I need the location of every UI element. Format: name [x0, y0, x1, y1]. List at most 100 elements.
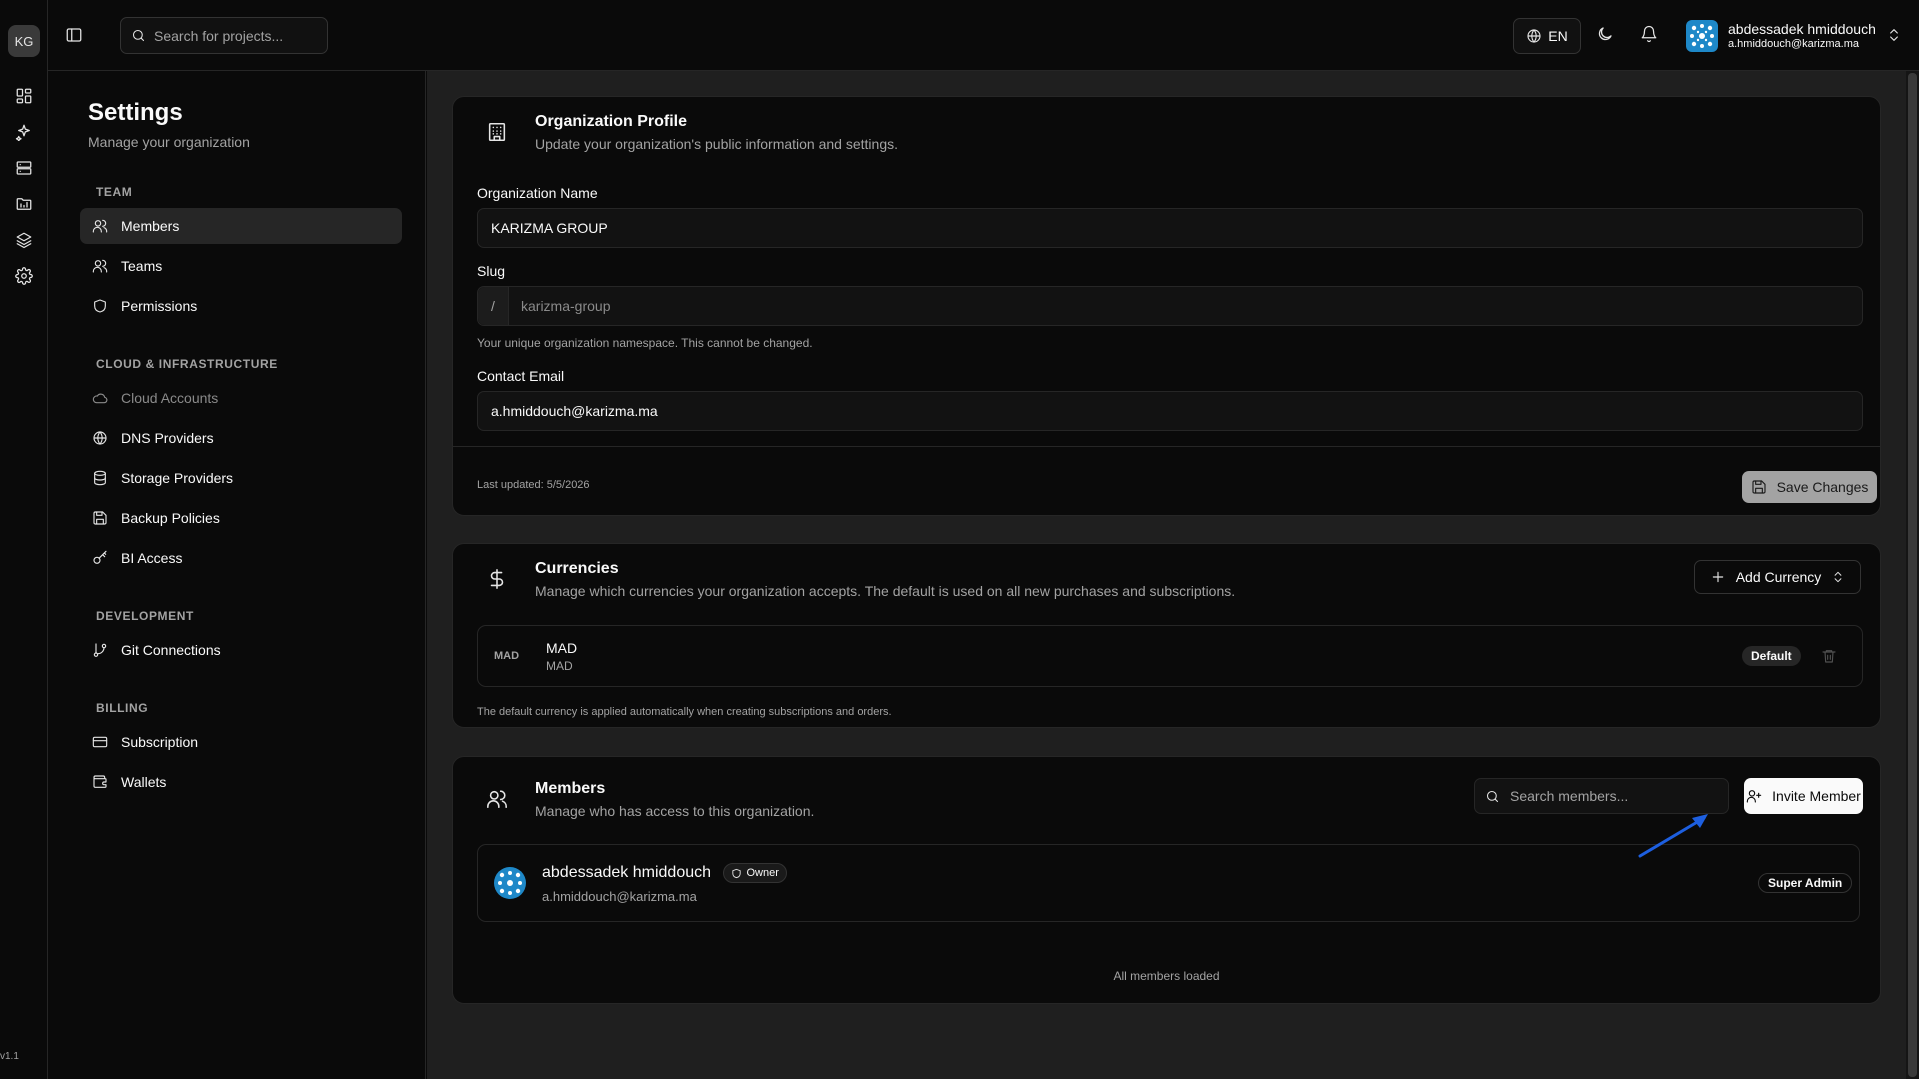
credit-card-icon — [92, 734, 108, 750]
contact-email-value: a.hmiddouch@karizma.ma — [491, 403, 658, 419]
sidebar-toggle-icon[interactable] — [63, 24, 85, 46]
scrollbar-thumb[interactable] — [1908, 73, 1917, 1077]
sidebar-item-members[interactable]: Members — [80, 208, 402, 244]
moon-icon[interactable] — [1596, 25, 1614, 43]
slug-hint: Your unique organization namespace. This… — [477, 336, 813, 350]
member-search-input[interactable]: Search members... — [1474, 778, 1729, 814]
member-email: a.hmiddouch@karizma.ma — [542, 889, 697, 904]
cloud-icon — [92, 390, 108, 406]
sidebar-item-label: Backup Policies — [121, 510, 220, 526]
members-description: Manage who has access to this organizati… — [535, 803, 815, 819]
sidebar-item-label: Wallets — [121, 774, 167, 790]
members-footer: All members loaded — [1113, 969, 1220, 983]
member-name-line: abdessadek hmiddouch Owner — [542, 863, 787, 883]
sidebar-item-label: BI Access — [121, 550, 183, 566]
sidebar-item-label: Subscription — [121, 734, 199, 750]
chevrons-up-down-icon — [1831, 570, 1845, 584]
users-icon — [92, 218, 108, 234]
members-card: Members Manage who has access to this or… — [452, 756, 1881, 1004]
sidebar-item-label: Members — [121, 218, 180, 234]
users-icon — [477, 779, 517, 819]
shield-icon — [92, 298, 108, 314]
sidebar-item-storage-providers[interactable]: Storage Providers — [80, 460, 402, 496]
org-profile-description: Update your organization's public inform… — [535, 136, 898, 152]
project-search-placeholder: Search for projects... — [154, 27, 284, 44]
layers-icon[interactable] — [12, 228, 36, 252]
sidebar-item-teams[interactable]: Teams — [80, 248, 402, 284]
org-name-field[interactable]: KARIZMA GROUP — [477, 208, 1863, 248]
sidebar-item-cloud-accounts[interactable]: Cloud Accounts — [80, 380, 402, 416]
main-scrollbar[interactable] — [1906, 71, 1919, 1079]
plus-icon — [1710, 569, 1726, 585]
trash-icon[interactable] — [1821, 648, 1837, 664]
contact-email-field[interactable]: a.hmiddouch@karizma.ma — [477, 391, 1863, 431]
globe-icon — [92, 430, 108, 446]
invite-member-button[interactable]: Invite Member — [1744, 778, 1863, 814]
add-currency-button[interactable]: Add Currency — [1694, 560, 1861, 594]
org-profile-title: Organization Profile — [535, 113, 688, 130]
settings-title: Settings — [88, 99, 183, 126]
member-role-badge: Super Admin — [1758, 873, 1853, 893]
member-name: abdessadek hmiddouch — [542, 864, 712, 882]
bell-icon[interactable] — [1640, 25, 1658, 43]
org-profile-card: Organization Profile Update your organiz… — [452, 96, 1881, 516]
org-name-value: KARIZMA GROUP — [491, 220, 608, 236]
slug-prefix: / — [478, 287, 509, 325]
org-profile-header: Organization Profile Update your organiz… — [477, 112, 898, 154]
currencies-header: Currencies Manage which currencies your … — [477, 559, 1235, 601]
org-name-label: Organization Name — [477, 185, 598, 201]
sparkles-icon[interactable] — [12, 120, 36, 144]
project-search-input[interactable]: Search for projects... — [120, 17, 328, 54]
settings-sidebar: Settings Manage your organization TEAM M… — [48, 71, 426, 1079]
search-icon — [1485, 789, 1500, 804]
projects-icon[interactable] — [12, 192, 36, 216]
save-changes-label: Save Changes — [1776, 479, 1869, 495]
language-button[interactable]: EN — [1513, 18, 1581, 54]
sidebar-item-wallets[interactable]: Wallets — [80, 764, 402, 800]
nav-group-team: TEAM — [96, 185, 133, 199]
sidebar-item-dns-providers[interactable]: DNS Providers — [80, 420, 402, 456]
last-updated: Last updated: 5/5/2026 — [477, 479, 590, 491]
currency-hint: The default currency is applied automati… — [477, 706, 892, 718]
chevrons-up-down-icon — [1886, 27, 1902, 43]
dashboard-icon[interactable] — [12, 84, 36, 108]
sidebar-item-subscription[interactable]: Subscription — [80, 724, 402, 760]
currency-name: MAD — [546, 640, 578, 656]
settings-subtitle: Manage your organization — [88, 134, 250, 150]
owner-badge-label: Owner — [746, 867, 779, 879]
sidebar-item-label: Git Connections — [121, 642, 221, 658]
org-logo[interactable]: KG — [8, 25, 40, 57]
app-version: v1.1 — [0, 1051, 19, 1062]
nav-group-billing: BILLING — [96, 701, 149, 715]
sidebar-item-label: Cloud Accounts — [121, 390, 219, 406]
app-rail: KG v1.1 — [0, 0, 48, 1079]
settings-icon[interactable] — [12, 264, 36, 288]
user-menu[interactable]: abdessadek hmiddouch a.hmiddouch@karizma… — [1686, 17, 1902, 55]
sidebar-item-bi-access[interactable]: BI Access — [80, 540, 402, 576]
slug-label: Slug — [477, 263, 506, 279]
add-currency-label: Add Currency — [1735, 569, 1822, 585]
user-plus-icon — [1746, 788, 1762, 804]
key-icon — [92, 550, 108, 566]
member-search-placeholder: Search members... — [1510, 788, 1629, 804]
annotation-arrow-icon — [1638, 814, 1708, 858]
save-changes-button[interactable]: Save Changes — [1742, 471, 1877, 503]
sidebar-item-label: Storage Providers — [121, 470, 234, 486]
database-icon — [92, 470, 108, 486]
building-icon — [477, 112, 517, 152]
nav-group-development: DEVELOPMENT — [96, 609, 194, 623]
currency-row: MAD MAD MAD Default — [477, 625, 1863, 687]
git-branch-icon — [92, 642, 108, 658]
nav-group-cloud: CLOUD & INFRASTRUCTURE — [96, 357, 278, 371]
owner-badge: Owner — [723, 863, 787, 883]
sidebar-item-backup-policies[interactable]: Backup Policies — [80, 500, 402, 536]
contact-email-label: Contact Email — [477, 368, 565, 384]
globe-icon — [1526, 28, 1542, 44]
sidebar-item-permissions[interactable]: Permissions — [80, 288, 402, 324]
default-badge: Default — [1742, 646, 1801, 666]
save-icon — [92, 510, 108, 526]
currency-code: MAD — [546, 659, 573, 673]
sidebar-item-git-connections[interactable]: Git Connections — [80, 632, 402, 668]
servers-icon[interactable] — [12, 156, 36, 180]
wallet-icon — [92, 774, 108, 790]
